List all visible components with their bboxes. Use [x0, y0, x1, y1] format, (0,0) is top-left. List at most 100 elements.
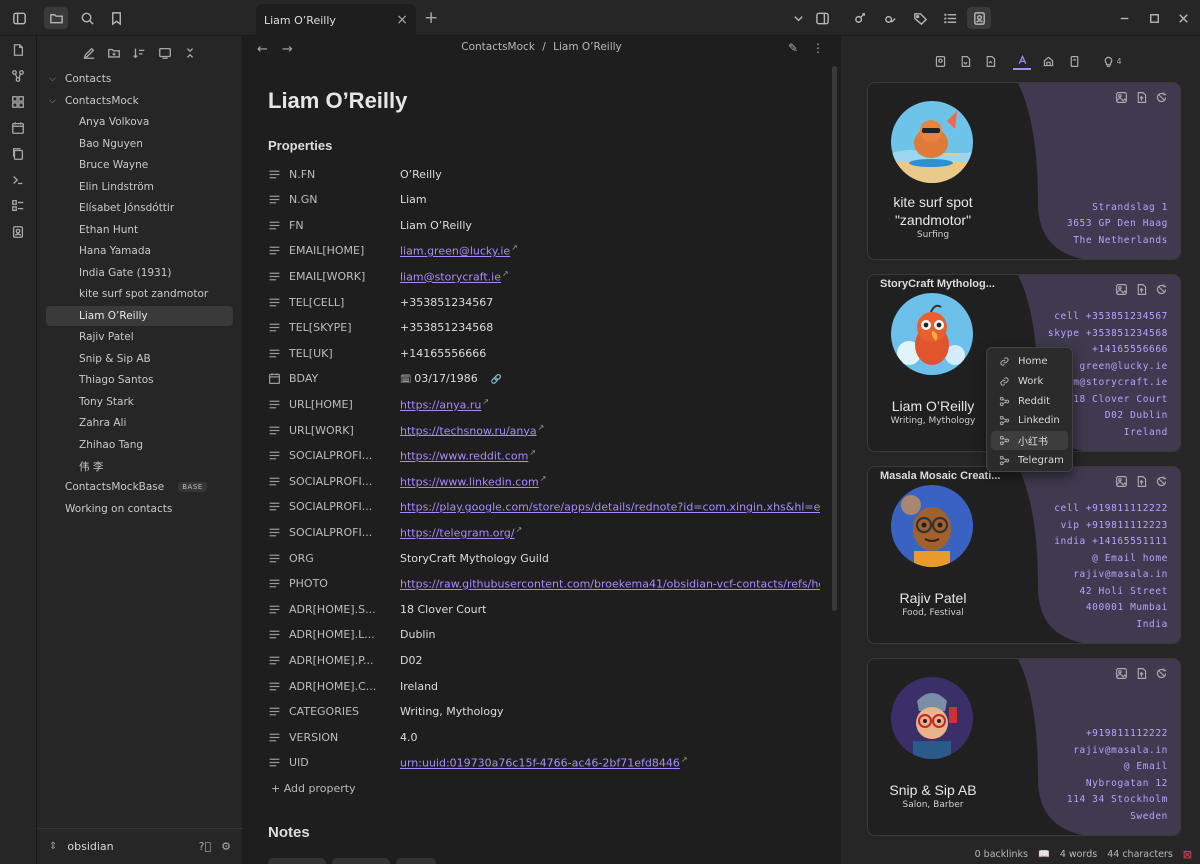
link-plugin-icon[interactable]	[851, 9, 869, 27]
edit-pencil-icon[interactable]: ✎	[788, 41, 798, 55]
card-actions[interactable]	[1115, 91, 1168, 104]
text-lines-icon[interactable]	[268, 347, 282, 360]
property-value[interactable]: Liam O’Reilly	[400, 219, 472, 232]
reading-view-icon[interactable]: 📖	[1038, 849, 1050, 860]
sort-by-name-icon[interactable]	[1013, 52, 1031, 70]
text-lines-icon[interactable]	[268, 628, 282, 641]
property-key[interactable]: ADR[HOME].C...	[289, 680, 386, 693]
sidebar-file-item[interactable]: Ethan Hunt	[79, 220, 138, 240]
terminal-icon[interactable]	[10, 172, 26, 188]
context-menu-item[interactable]: Work	[991, 372, 1068, 392]
property-key[interactable]: TEL[UK]	[289, 347, 386, 360]
file-contactsmockbase[interactable]: ContactsMockBase BASE	[65, 477, 207, 497]
property-value[interactable]: https://www.linkedin.com↗	[400, 474, 546, 489]
sidebar-file-item[interactable]: Hana Yamada	[79, 241, 151, 261]
property-value[interactable]: Writing, Mythology	[400, 705, 504, 718]
text-lines-icon[interactable]	[268, 500, 282, 513]
context-menu-item[interactable]: Linkedin	[991, 411, 1068, 431]
contact-card[interactable]: kite surf spot "zandmotor" Surfing Strandsl…	[867, 82, 1181, 260]
tab-list-chevron-icon[interactable]	[789, 9, 807, 27]
property-key[interactable]: TEL[CELL]	[289, 296, 386, 309]
editor-scrollbar[interactable]	[832, 66, 837, 611]
property-value[interactable]: 18 Clover Court	[400, 603, 486, 616]
open-quick-switcher-icon[interactable]	[10, 42, 26, 58]
property-value[interactable]: https://techsnow.ru/anya↗	[400, 423, 544, 438]
contact-info-line[interactable]: Sweden	[1067, 809, 1168, 826]
text-lines-icon[interactable]	[268, 168, 282, 181]
files-tab-icon[interactable]	[44, 7, 68, 29]
canvas-icon[interactable]	[10, 94, 26, 110]
text-lines-icon[interactable]	[268, 731, 282, 744]
context-menu-item[interactable]: Telegram	[991, 450, 1068, 470]
property-value[interactable]: 4.0	[400, 731, 418, 744]
new-tab-icon[interactable]: +	[424, 9, 438, 27]
property-value[interactable]: O’Reilly	[400, 168, 442, 181]
contact-name[interactable]: Liam O’Reilly	[868, 397, 998, 415]
contact-name[interactable]: Snip & Sip AB	[868, 781, 998, 799]
backlinks-count[interactable]: 0 backlinks	[975, 849, 1028, 860]
sidebar-file-item[interactable]: Elísabet Jónsdóttir	[79, 198, 174, 218]
search-tab-icon[interactable]	[78, 9, 96, 27]
property-value[interactable]: D02	[400, 654, 422, 667]
sidebar-file-item[interactable]: India Gate (1931)	[79, 263, 172, 283]
card-actions[interactable]	[1115, 667, 1168, 680]
contact-info-line[interactable]: @ Email	[1067, 759, 1168, 776]
property-value[interactable]: urn:uuid:019730a76c15f-4766-ac46-2bf71ef…	[400, 755, 688, 770]
templates-icon[interactable]	[10, 146, 26, 162]
property-value[interactable]: +353851234568	[400, 321, 493, 334]
card-actions[interactable]	[1115, 475, 1168, 488]
property-key[interactable]: ORG	[289, 552, 386, 565]
minimize-icon[interactable]	[1115, 9, 1133, 27]
note-tab[interactable]: Liam O’Reilly ×	[256, 4, 416, 36]
property-key[interactable]: SOCIALPROFI...	[289, 475, 386, 488]
context-menu-item[interactable]: 小红书	[991, 430, 1068, 451]
contact-info-line[interactable]: Strandslag 1	[1067, 200, 1168, 217]
sidebar-file-item[interactable]: Snip & Sip AB	[79, 349, 151, 369]
insights-lightbulb-icon[interactable]: 4	[1099, 52, 1125, 70]
property-key[interactable]: VERSION	[289, 731, 386, 744]
tags-icon[interactable]	[911, 9, 929, 27]
property-key[interactable]: EMAIL[HOME]	[289, 244, 386, 257]
new-note-icon[interactable]	[82, 46, 97, 61]
property-value[interactable]: StoryCraft Mythology Guild	[400, 552, 549, 565]
note-title[interactable]: Liam O’Reilly	[268, 88, 407, 114]
property-key[interactable]: ADR[HOME].S...	[289, 603, 386, 616]
settings-gear-icon[interactable]: ⚙	[221, 840, 231, 853]
file-working-on-contacts[interactable]: Working on contacts	[65, 499, 172, 519]
property-key[interactable]: URL[HOME]	[289, 398, 386, 411]
text-lines-icon[interactable]	[268, 654, 282, 667]
property-value[interactable]: +353851234567	[400, 296, 493, 309]
outline-icon[interactable]	[941, 9, 959, 27]
property-key[interactable]: FN	[289, 219, 386, 232]
text-lines-icon[interactable]	[268, 577, 282, 590]
outgoing-links-icon[interactable]	[881, 9, 899, 27]
export-file-icon[interactable]	[981, 52, 999, 70]
text-lines-icon[interactable]	[268, 193, 282, 206]
property-value[interactable]: Ireland	[400, 680, 438, 693]
sidebar-file-item[interactable]: Bruce Wayne	[79, 155, 148, 175]
contact-name[interactable]: Rajiv Patel	[868, 589, 998, 607]
maximize-icon[interactable]	[1145, 9, 1163, 27]
contact-info-line[interactable]: cell +919811112222	[1054, 501, 1168, 518]
text-lines-icon[interactable]	[268, 680, 282, 693]
sidebar-file-item[interactable]: Elin Lindström	[79, 177, 154, 197]
contact-info-line[interactable]: Nybrogatan 12	[1067, 776, 1168, 793]
contact-info-line[interactable]: 3653 GP Den Haag	[1067, 216, 1168, 233]
right-sidebar-toggle-icon[interactable]	[813, 9, 831, 27]
property-key[interactable]: BDAY	[289, 372, 386, 385]
graph-view-icon[interactable]	[10, 68, 26, 84]
sidebar-file-item[interactable]: Liam O’Reilly	[46, 305, 233, 326]
contact-info-line[interactable]: india +14165551111	[1054, 534, 1168, 551]
property-key[interactable]: TEL[SKYPE]	[289, 321, 386, 334]
sidebar-file-item[interactable]: Zahra Ali	[79, 413, 126, 433]
property-key[interactable]: ADR[HOME].L...	[289, 628, 386, 641]
text-lines-icon[interactable]	[268, 603, 282, 616]
folder-contacts[interactable]: ⌵ Contacts	[49, 69, 111, 89]
sidebar-file-item[interactable]: Thiago Santos	[79, 370, 154, 390]
contact-info-line[interactable]: @ Email home	[1054, 551, 1168, 568]
properties-heading[interactable]: Properties	[268, 138, 332, 153]
contact-card-icon[interactable]	[931, 52, 949, 70]
sidebar-file-item[interactable]: Tony Stark	[79, 392, 134, 412]
sidebar-file-item[interactable]: Anya Volkova	[79, 112, 149, 132]
text-lines-icon[interactable]	[268, 526, 282, 539]
